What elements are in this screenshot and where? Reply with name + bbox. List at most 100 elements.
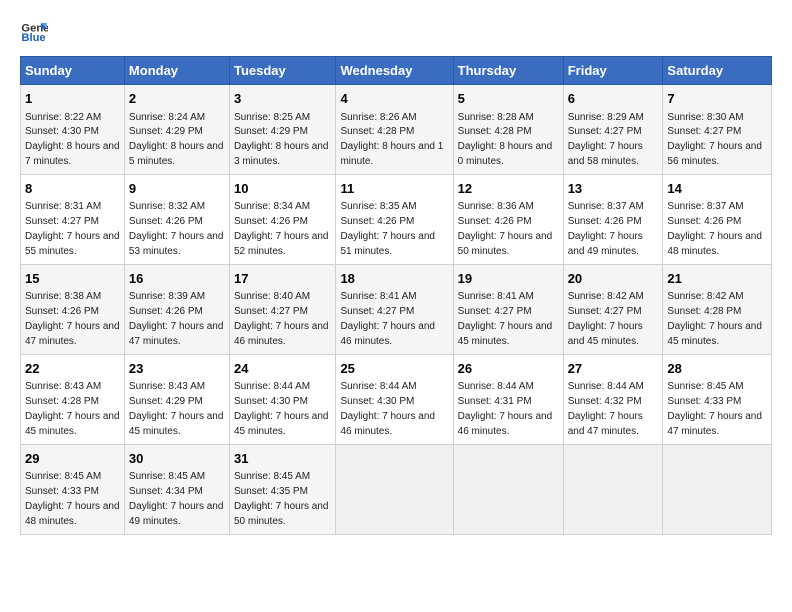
day-number: 5 — [458, 90, 559, 108]
column-header-sunday: Sunday — [21, 57, 125, 85]
calendar-cell: 6 Sunrise: 8:29 AMSunset: 4:27 PMDayligh… — [563, 85, 663, 175]
day-info: Sunrise: 8:29 AMSunset: 4:27 PMDaylight:… — [568, 112, 644, 168]
calendar-cell — [663, 444, 772, 534]
calendar-cell: 29 Sunrise: 8:45 AMSunset: 4:33 PMDaylig… — [21, 444, 125, 534]
calendar-cell: 21 Sunrise: 8:42 AMSunset: 4:28 PMDaylig… — [663, 264, 772, 354]
calendar-cell: 9 Sunrise: 8:32 AMSunset: 4:26 PMDayligh… — [124, 174, 229, 264]
day-number: 3 — [234, 90, 331, 108]
day-info: Sunrise: 8:34 AMSunset: 4:26 PMDaylight:… — [234, 201, 329, 257]
calendar-cell: 19 Sunrise: 8:41 AMSunset: 4:27 PMDaylig… — [453, 264, 563, 354]
day-info: Sunrise: 8:37 AMSunset: 4:26 PMDaylight:… — [568, 201, 644, 257]
day-info: Sunrise: 8:37 AMSunset: 4:26 PMDaylight:… — [667, 201, 762, 257]
column-header-saturday: Saturday — [663, 57, 772, 85]
day-info: Sunrise: 8:44 AMSunset: 4:30 PMDaylight:… — [234, 381, 329, 437]
calendar-week-5: 29 Sunrise: 8:45 AMSunset: 4:33 PMDaylig… — [21, 444, 772, 534]
day-info: Sunrise: 8:39 AMSunset: 4:26 PMDaylight:… — [129, 291, 224, 347]
calendar-week-1: 1 Sunrise: 8:22 AMSunset: 4:30 PMDayligh… — [21, 85, 772, 175]
calendar-cell: 13 Sunrise: 8:37 AMSunset: 4:26 PMDaylig… — [563, 174, 663, 264]
calendar-cell: 30 Sunrise: 8:45 AMSunset: 4:34 PMDaylig… — [124, 444, 229, 534]
day-info: Sunrise: 8:43 AMSunset: 4:29 PMDaylight:… — [129, 381, 224, 437]
calendar-cell: 3 Sunrise: 8:25 AMSunset: 4:29 PMDayligh… — [229, 85, 335, 175]
calendar-cell — [563, 444, 663, 534]
day-info: Sunrise: 8:25 AMSunset: 4:29 PMDaylight:… — [234, 112, 329, 168]
day-info: Sunrise: 8:45 AMSunset: 4:33 PMDaylight:… — [667, 381, 762, 437]
day-info: Sunrise: 8:44 AMSunset: 4:31 PMDaylight:… — [458, 381, 553, 437]
calendar-cell: 11 Sunrise: 8:35 AMSunset: 4:26 PMDaylig… — [336, 174, 453, 264]
calendar-cell: 7 Sunrise: 8:30 AMSunset: 4:27 PMDayligh… — [663, 85, 772, 175]
day-number: 13 — [568, 180, 659, 198]
calendar-cell — [453, 444, 563, 534]
day-number: 10 — [234, 180, 331, 198]
day-info: Sunrise: 8:43 AMSunset: 4:28 PMDaylight:… — [25, 381, 120, 437]
calendar-cell: 25 Sunrise: 8:44 AMSunset: 4:30 PMDaylig… — [336, 354, 453, 444]
day-info: Sunrise: 8:44 AMSunset: 4:30 PMDaylight:… — [340, 381, 435, 437]
day-number: 4 — [340, 90, 448, 108]
day-number: 28 — [667, 360, 767, 378]
day-number: 23 — [129, 360, 225, 378]
day-info: Sunrise: 8:38 AMSunset: 4:26 PMDaylight:… — [25, 291, 120, 347]
day-info: Sunrise: 8:41 AMSunset: 4:27 PMDaylight:… — [340, 291, 435, 347]
calendar-cell: 23 Sunrise: 8:43 AMSunset: 4:29 PMDaylig… — [124, 354, 229, 444]
day-info: Sunrise: 8:24 AMSunset: 4:29 PMDaylight:… — [129, 112, 224, 168]
calendar-cell: 10 Sunrise: 8:34 AMSunset: 4:26 PMDaylig… — [229, 174, 335, 264]
day-info: Sunrise: 8:31 AMSunset: 4:27 PMDaylight:… — [25, 201, 120, 257]
calendar-header-row: SundayMondayTuesdayWednesdayThursdayFrid… — [21, 57, 772, 85]
day-info: Sunrise: 8:22 AMSunset: 4:30 PMDaylight:… — [25, 112, 120, 168]
day-number: 18 — [340, 270, 448, 288]
column-header-friday: Friday — [563, 57, 663, 85]
day-number: 20 — [568, 270, 659, 288]
calendar-cell: 5 Sunrise: 8:28 AMSunset: 4:28 PMDayligh… — [453, 85, 563, 175]
day-number: 1 — [25, 90, 120, 108]
day-number: 15 — [25, 270, 120, 288]
calendar-cell: 31 Sunrise: 8:45 AMSunset: 4:35 PMDaylig… — [229, 444, 335, 534]
calendar-cell: 24 Sunrise: 8:44 AMSunset: 4:30 PMDaylig… — [229, 354, 335, 444]
calendar-cell: 12 Sunrise: 8:36 AMSunset: 4:26 PMDaylig… — [453, 174, 563, 264]
logo: General Blue — [20, 16, 52, 44]
day-number: 14 — [667, 180, 767, 198]
day-number: 9 — [129, 180, 225, 198]
calendar-cell: 22 Sunrise: 8:43 AMSunset: 4:28 PMDaylig… — [21, 354, 125, 444]
calendar-cell: 4 Sunrise: 8:26 AMSunset: 4:28 PMDayligh… — [336, 85, 453, 175]
column-header-wednesday: Wednesday — [336, 57, 453, 85]
header: General Blue — [20, 16, 772, 44]
day-number: 12 — [458, 180, 559, 198]
day-info: Sunrise: 8:45 AMSunset: 4:35 PMDaylight:… — [234, 471, 329, 527]
calendar-body: 1 Sunrise: 8:22 AMSunset: 4:30 PMDayligh… — [21, 85, 772, 535]
column-header-thursday: Thursday — [453, 57, 563, 85]
calendar-cell: 8 Sunrise: 8:31 AMSunset: 4:27 PMDayligh… — [21, 174, 125, 264]
calendar-table: SundayMondayTuesdayWednesdayThursdayFrid… — [20, 56, 772, 535]
day-number: 29 — [25, 450, 120, 468]
day-number: 17 — [234, 270, 331, 288]
day-info: Sunrise: 8:42 AMSunset: 4:27 PMDaylight:… — [568, 291, 644, 347]
calendar-week-3: 15 Sunrise: 8:38 AMSunset: 4:26 PMDaylig… — [21, 264, 772, 354]
day-number: 6 — [568, 90, 659, 108]
day-number: 27 — [568, 360, 659, 378]
calendar-week-4: 22 Sunrise: 8:43 AMSunset: 4:28 PMDaylig… — [21, 354, 772, 444]
day-number: 24 — [234, 360, 331, 378]
day-info: Sunrise: 8:32 AMSunset: 4:26 PMDaylight:… — [129, 201, 224, 257]
calendar-cell — [336, 444, 453, 534]
logo-icon: General Blue — [20, 16, 48, 44]
day-info: Sunrise: 8:28 AMSunset: 4:28 PMDaylight:… — [458, 112, 553, 168]
calendar-cell: 17 Sunrise: 8:40 AMSunset: 4:27 PMDaylig… — [229, 264, 335, 354]
calendar-cell: 2 Sunrise: 8:24 AMSunset: 4:29 PMDayligh… — [124, 85, 229, 175]
calendar-week-2: 8 Sunrise: 8:31 AMSunset: 4:27 PMDayligh… — [21, 174, 772, 264]
day-number: 11 — [340, 180, 448, 198]
calendar-cell: 16 Sunrise: 8:39 AMSunset: 4:26 PMDaylig… — [124, 264, 229, 354]
day-info: Sunrise: 8:35 AMSunset: 4:26 PMDaylight:… — [340, 201, 435, 257]
calendar-cell: 1 Sunrise: 8:22 AMSunset: 4:30 PMDayligh… — [21, 85, 125, 175]
day-number: 8 — [25, 180, 120, 198]
calendar-cell: 27 Sunrise: 8:44 AMSunset: 4:32 PMDaylig… — [563, 354, 663, 444]
day-info: Sunrise: 8:40 AMSunset: 4:27 PMDaylight:… — [234, 291, 329, 347]
day-info: Sunrise: 8:30 AMSunset: 4:27 PMDaylight:… — [667, 112, 762, 168]
day-info: Sunrise: 8:44 AMSunset: 4:32 PMDaylight:… — [568, 381, 644, 437]
calendar-cell: 26 Sunrise: 8:44 AMSunset: 4:31 PMDaylig… — [453, 354, 563, 444]
day-number: 22 — [25, 360, 120, 378]
day-info: Sunrise: 8:45 AMSunset: 4:33 PMDaylight:… — [25, 471, 120, 527]
calendar-cell: 15 Sunrise: 8:38 AMSunset: 4:26 PMDaylig… — [21, 264, 125, 354]
day-number: 19 — [458, 270, 559, 288]
day-number: 30 — [129, 450, 225, 468]
column-header-tuesday: Tuesday — [229, 57, 335, 85]
calendar-cell: 18 Sunrise: 8:41 AMSunset: 4:27 PMDaylig… — [336, 264, 453, 354]
day-number: 21 — [667, 270, 767, 288]
